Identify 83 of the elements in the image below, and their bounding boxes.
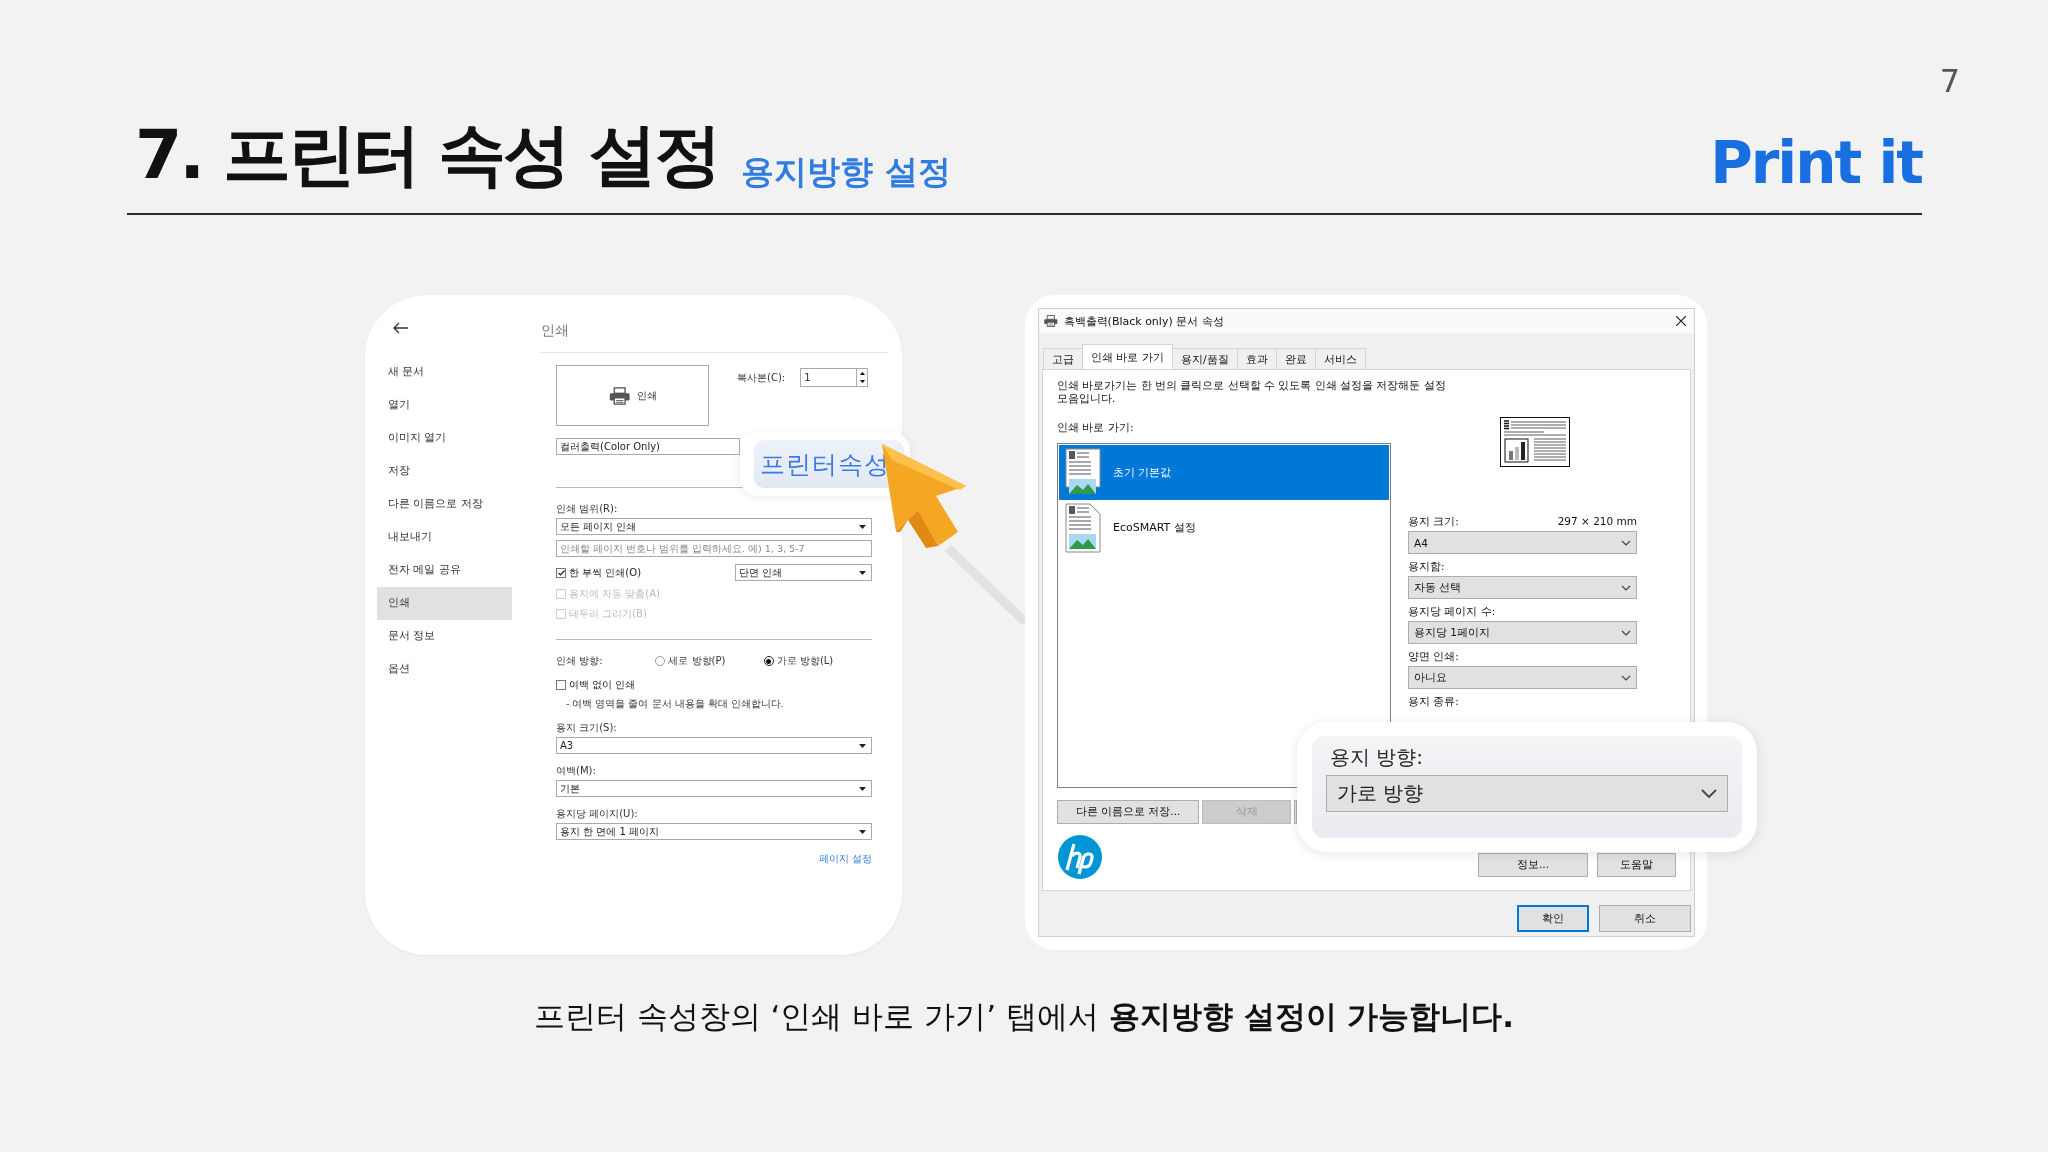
setting-label: 용지 종류: bbox=[1408, 695, 1460, 709]
printer-dropdown[interactable]: 컬러출력(Color Only) bbox=[556, 438, 740, 455]
list-item[interactable]: 초기 기본값 bbox=[1059, 445, 1389, 500]
printer-icon bbox=[607, 386, 632, 405]
field-label: 용지당 페이지(U): bbox=[556, 807, 639, 821]
window-title: 흑백출력(Black only) 문서 속성 bbox=[1063, 313, 1225, 329]
printer-icon bbox=[1043, 315, 1059, 327]
dropdown[interactable]: 자동 선택 bbox=[1408, 576, 1637, 599]
checkmark-icon bbox=[557, 569, 565, 576]
chevron-icon bbox=[1621, 584, 1631, 591]
pages-field[interactable]: 인쇄할 페이지 번호나 범위를 입력하세요. 예) 1, 3, 5-7 bbox=[556, 540, 872, 557]
slide-caption: 프린터 속성창의 ‘인쇄 바로 가기’ 탭에서 용지방향 설정이 가능합니다. bbox=[532, 997, 1516, 1036]
list-item[interactable]: EcoSMART 설정 bbox=[1059, 500, 1389, 555]
dropdown[interactable]: A4 bbox=[1408, 531, 1637, 554]
chevron-icon bbox=[1621, 629, 1631, 636]
dialog-button[interactable]: 취소 bbox=[1599, 905, 1691, 932]
note-text: - 여백 영역을 줄여 문서 내용을 확대 인쇄합니다. bbox=[566, 698, 785, 711]
setting-label: 용지함: bbox=[1408, 560, 1445, 574]
orientation-dropdown[interactable]: 가로 방향 bbox=[1326, 775, 1728, 812]
menu-item[interactable]: 이미지 열기 bbox=[377, 422, 512, 455]
checkbox[interactable]: 한 부씩 인쇄(O) bbox=[556, 565, 642, 580]
radio-button[interactable]: 가로 방향(L) bbox=[763, 654, 872, 668]
print-button[interactable]: 인쇄 bbox=[556, 365, 709, 426]
menu-item[interactable]: 인쇄 bbox=[377, 587, 512, 620]
dialog-button[interactable]: 도움말 bbox=[1597, 853, 1676, 877]
setting-label: 용지 크기: bbox=[1408, 515, 1459, 529]
field-label: 용지 크기(S): bbox=[556, 721, 618, 735]
back-arrow-icon[interactable] bbox=[393, 322, 409, 334]
chevron-icon bbox=[1621, 674, 1631, 681]
tab[interactable]: 인쇄 바로 가기 bbox=[1082, 344, 1173, 369]
chevron-icon bbox=[1701, 789, 1717, 798]
checkbox[interactable]: 여백 없이 인쇄 bbox=[556, 678, 872, 692]
close-icon[interactable] bbox=[1676, 316, 1686, 326]
copies-label: 복사본(C): bbox=[737, 370, 786, 385]
menu-item[interactable]: 열기 bbox=[377, 389, 512, 422]
radio-circle-icon[interactable] bbox=[763, 656, 774, 666]
dialog-button[interactable]: 정보... bbox=[1478, 853, 1588, 877]
menu-item[interactable]: 전자 메일 공유 bbox=[377, 554, 512, 587]
printer-properties-callout: 프린터속성 bbox=[754, 440, 904, 488]
document-icon bbox=[1065, 502, 1101, 553]
copies-spinner[interactable]: 1 bbox=[800, 368, 869, 387]
panel-heading: 인쇄 bbox=[541, 295, 887, 353]
page-number: 7 bbox=[1939, 62, 1960, 100]
menu-item[interactable]: 저장 bbox=[377, 455, 512, 488]
hp-logo-icon bbox=[1057, 834, 1103, 880]
range-label: 인쇄 범위(R): bbox=[556, 502, 619, 516]
menu-item[interactable]: 옵션 bbox=[377, 653, 512, 686]
dropdown[interactable]: 기본 bbox=[556, 780, 872, 797]
orientation-label: 용지 방향: bbox=[1330, 744, 1425, 771]
dropdown[interactable]: A3 bbox=[556, 737, 872, 754]
dropdown-arrow-icon bbox=[859, 743, 866, 748]
dropdown[interactable]: 아니요 bbox=[1408, 666, 1637, 689]
page-preview-icon bbox=[1500, 417, 1570, 467]
dialog-button[interactable]: 다른 이름으로 저장... bbox=[1057, 800, 1199, 824]
range-dropdown[interactable]: 모든 페이지 인쇄 bbox=[556, 518, 872, 535]
tab[interactable]: 서비스 bbox=[1314, 348, 1366, 369]
radio-circle-icon[interactable] bbox=[655, 656, 666, 666]
slide-title: 7. 프린터 속성 설정 bbox=[135, 114, 720, 196]
menu-item[interactable]: 문서 정보 bbox=[377, 620, 512, 653]
chevron-icon bbox=[1621, 539, 1631, 546]
page-setup-link[interactable]: 페이지 설정 bbox=[818, 852, 872, 866]
dropdown-arrow-icon bbox=[859, 570, 866, 575]
tab[interactable]: 고급 bbox=[1043, 348, 1083, 369]
menu-item[interactable]: 내보내기 bbox=[377, 521, 512, 554]
orientation-label: 인쇄 방향: bbox=[556, 654, 604, 668]
paper-dimensions: 297 × 210 mm bbox=[1557, 515, 1637, 529]
brand-logo: Print it bbox=[1710, 129, 1922, 197]
dropdown-arrow-icon bbox=[859, 786, 866, 791]
dropdown-arrow-icon bbox=[859, 829, 866, 834]
radio-button[interactable]: 세로 방향(P) bbox=[655, 654, 764, 668]
dialog-button[interactable]: 확인 bbox=[1517, 905, 1589, 932]
dropdown[interactable]: 용지 한 면에 1 페이지 bbox=[556, 823, 872, 840]
setting-label: 용지당 페이지 수: bbox=[1408, 605, 1496, 619]
dropdown[interactable]: 용지당 1페이지 bbox=[1408, 621, 1637, 644]
shortcuts-label: 인쇄 바로 가기: bbox=[1057, 420, 1135, 435]
menu-item[interactable]: 새 문서 bbox=[377, 356, 512, 389]
duplex-dropdown[interactable]: 단면 인쇄 bbox=[735, 564, 872, 581]
menu-item[interactable]: 다른 이름으로 저장 bbox=[377, 488, 512, 521]
slide-subtitle: 용지방향 설정 bbox=[741, 151, 951, 193]
field-label: 여백(M): bbox=[556, 764, 597, 778]
dropdown-arrow-icon bbox=[859, 524, 866, 529]
setting-label: 양면 인쇄: bbox=[1408, 650, 1459, 664]
description-text: 인쇄 바로가기는 한 번의 클릭으로 선택할 수 있도록 인쇄 설정을 저장해둔 설정 모음입니다. bbox=[1057, 379, 1447, 405]
